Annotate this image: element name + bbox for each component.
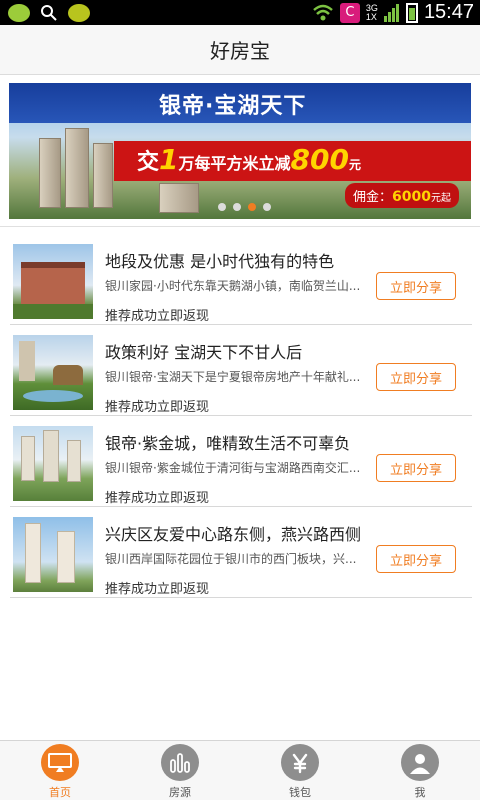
listing-description: 银川西岸国际花园位于银川市的西门板块，兴... bbox=[105, 552, 357, 566]
promo-banner[interactable]: 银帝·宝湖天下 交1万每平方米立减800元 佣金：6000元起 bbox=[9, 83, 471, 219]
listing-list: 地段及优惠 是小时代独有的特色 银川家园·小时代东靠天鹅湖小镇，南临贺兰山...… bbox=[0, 234, 480, 598]
carousel-dot[interactable] bbox=[233, 203, 241, 211]
listing-title: 兴庆区友爱中心路东侧，燕兴路西侧 bbox=[105, 525, 362, 544]
signal-icon bbox=[383, 3, 399, 22]
listing-title: 银帝·紫金城，唯精致生活不可辜负 bbox=[105, 434, 351, 453]
app-notification-icon bbox=[68, 3, 90, 22]
tab-profile[interactable]: 我 bbox=[360, 741, 480, 800]
share-button[interactable]: 立即分享 bbox=[376, 363, 456, 391]
tab-label: 房源 bbox=[169, 786, 191, 799]
wifi-icon bbox=[313, 4, 333, 20]
carousel-dot-active[interactable] bbox=[248, 203, 256, 211]
share-button[interactable]: 立即分享 bbox=[376, 454, 456, 482]
banner-headline: 银帝·宝湖天下 bbox=[159, 94, 307, 119]
page-title: 好房宝 bbox=[210, 39, 270, 63]
listing-rebate-text: 推荐成功立即返现 bbox=[105, 582, 210, 597]
app-header: 好房宝 bbox=[0, 25, 480, 75]
listing-rebate-text: 推荐成功立即返现 bbox=[105, 309, 210, 324]
list-item[interactable]: 地段及优惠 是小时代独有的特色 银川家园·小时代东靠天鹅湖小镇，南临贺兰山...… bbox=[10, 234, 472, 325]
listing-thumbnail bbox=[13, 426, 93, 501]
building-illustration bbox=[159, 183, 199, 213]
clock: 15:47 bbox=[423, 1, 474, 23]
tab-listings[interactable]: 房源 bbox=[120, 741, 240, 800]
tab-label: 我 bbox=[414, 786, 426, 799]
listing-description: 银川银帝·宝湖天下是宁夏银帝房地产十年献礼... bbox=[105, 370, 361, 384]
tab-label: 首页 bbox=[49, 786, 71, 799]
user-icon bbox=[401, 744, 439, 781]
search-icon bbox=[41, 4, 57, 21]
bottom-tab-bar: 首页 房源 钱包 我 bbox=[0, 740, 480, 800]
listing-title: 地段及优惠 是小时代独有的特色 bbox=[105, 252, 335, 271]
list-item[interactable]: 政策利好 宝湖天下不甘人后 银川银帝·宝湖天下是宁夏银帝房地产十年献礼... 推… bbox=[10, 325, 472, 416]
carousel-dot[interactable] bbox=[263, 203, 271, 211]
network-type: 3G 1X bbox=[365, 2, 378, 22]
banner-commission-badge: 佣金：6000元起 bbox=[345, 183, 459, 208]
status-notifications bbox=[8, 2, 90, 23]
listing-title: 政策利好 宝湖天下不甘人后 bbox=[105, 343, 303, 362]
tab-wallet[interactable]: 钱包 bbox=[240, 741, 360, 800]
home-screen-icon bbox=[41, 744, 79, 781]
list-item[interactable]: 银帝·紫金城，唯精致生活不可辜负 银川银帝·紫金城位于清河街与宝湖路西南交汇..… bbox=[10, 416, 472, 507]
listing-description: 银川家园·小时代东靠天鹅湖小镇，南临贺兰山... bbox=[105, 279, 361, 293]
app-notification-icon bbox=[8, 3, 30, 22]
tab-label: 钱包 bbox=[289, 786, 311, 799]
carousel-indicator bbox=[218, 203, 271, 211]
list-item[interactable]: 兴庆区友爱中心路东侧，燕兴路西侧 银川西岸国际花园位于银川市的西门板块，兴...… bbox=[10, 507, 472, 598]
listing-thumbnail bbox=[13, 335, 93, 410]
status-bar: C 3G 1X 15:47 bbox=[0, 0, 480, 25]
section-divider bbox=[0, 226, 480, 227]
listing-rebate-text: 推荐成功立即返现 bbox=[105, 491, 210, 506]
carousel-dot[interactable] bbox=[218, 203, 226, 211]
listing-thumbnail bbox=[13, 244, 93, 319]
tab-home[interactable]: 首页 bbox=[0, 741, 120, 800]
buildings-icon bbox=[161, 744, 199, 781]
yen-icon bbox=[281, 744, 319, 781]
building-illustration bbox=[65, 128, 89, 208]
building-illustration bbox=[39, 138, 61, 208]
share-button[interactable]: 立即分享 bbox=[376, 272, 456, 300]
banner-offer: 交1万每平方米立减800元 bbox=[137, 143, 361, 176]
building-illustration bbox=[93, 143, 113, 208]
listing-rebate-text: 推荐成功立即返现 bbox=[105, 400, 210, 415]
share-button[interactable]: 立即分享 bbox=[376, 545, 456, 573]
listing-thumbnail bbox=[13, 517, 93, 592]
listing-description: 银川银帝·紫金城位于清河街与宝湖路西南交汇... bbox=[105, 461, 361, 475]
battery-icon bbox=[405, 2, 418, 23]
carrier-icon: C bbox=[339, 2, 360, 23]
